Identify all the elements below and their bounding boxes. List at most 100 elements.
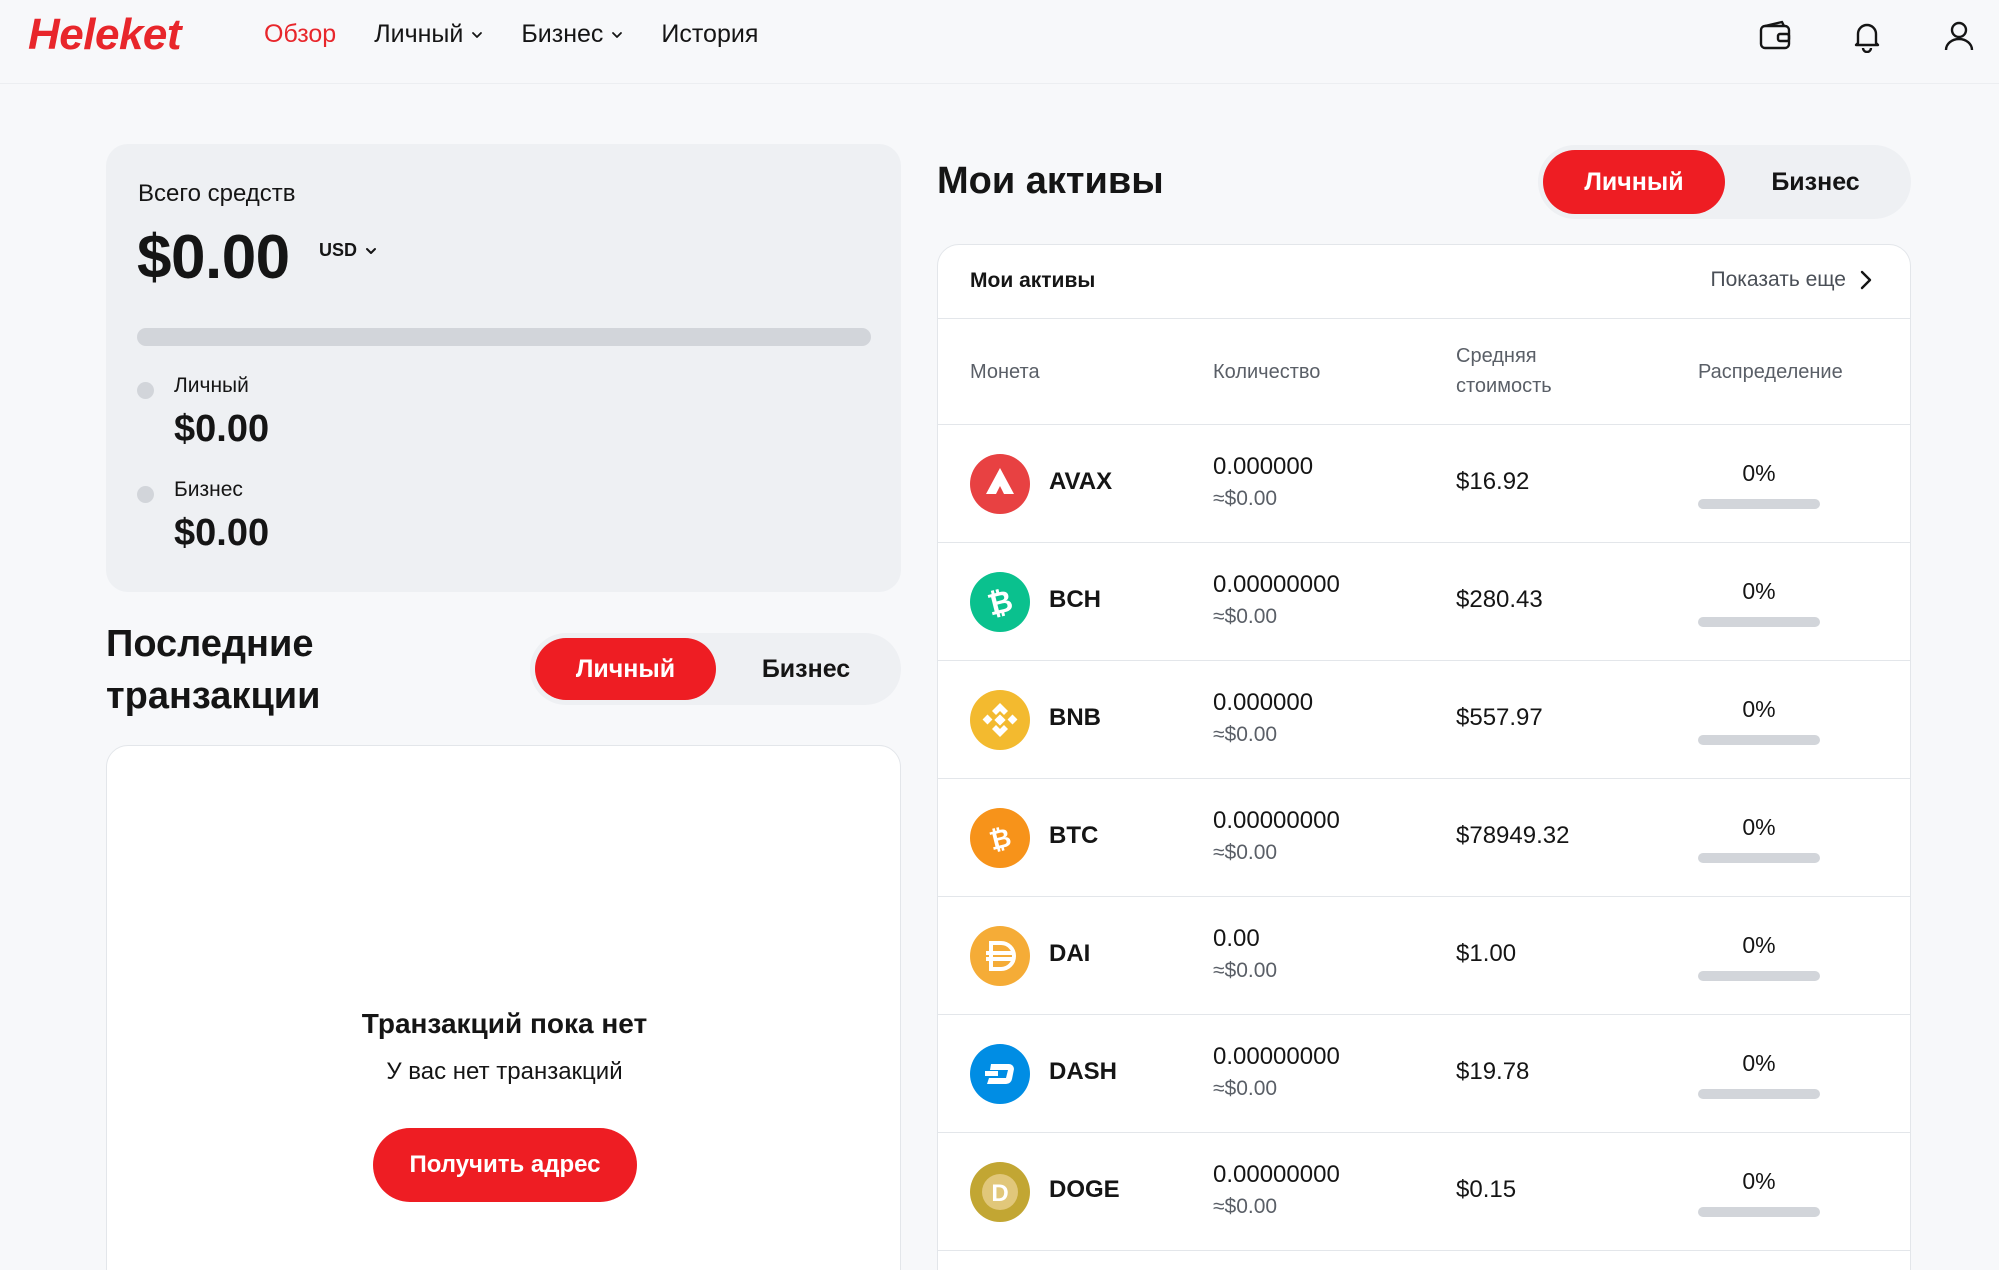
transactions-title: Последние транзакции: [106, 623, 321, 717]
asset-distribution-bar: [1698, 1089, 1820, 1099]
bell-icon[interactable]: [1847, 16, 1887, 56]
assets-panel: Мои активы Показать еще Монета Количеств…: [937, 244, 1911, 1270]
assets-table-body: AVAX 0.000000 ≈$0.00 $16.92 0% ₿ BCH 0.0…: [938, 425, 1910, 1251]
chevron-down-icon: [366, 247, 377, 254]
user-icon[interactable]: [1939, 16, 1979, 56]
business-dot: [137, 486, 154, 503]
bnb-icon: [970, 690, 1030, 750]
asset-distribution-bar: [1698, 971, 1820, 981]
nav-history[interactable]: История: [661, 20, 758, 49]
asset-quantity: 0.00000000: [1213, 571, 1340, 598]
currency-selector[interactable]: USD: [319, 240, 377, 261]
col-header-coin: Монета: [970, 361, 1040, 383]
heleket-logo[interactable]: Heleket: [28, 10, 182, 60]
nav-business[interactable]: Бизнес: [521, 20, 623, 49]
asset-row[interactable]: DAI 0.00 ≈$0.00 $1.00 0%: [938, 897, 1910, 1015]
doge-icon: D: [970, 1162, 1030, 1222]
svg-text:D: D: [991, 1180, 1008, 1207]
business-balance-label: Бизнес: [174, 478, 243, 501]
wallet-icon[interactable]: [1755, 16, 1795, 56]
btc-icon: ₿: [970, 808, 1030, 868]
asset-quantity-usd: ≈$0.00: [1213, 841, 1278, 864]
nav-business-label: Бизнес: [521, 20, 604, 48]
nav-overview-label: Обзор: [264, 20, 337, 48]
assets-toggle: Личный Бизнес: [1538, 145, 1911, 219]
avax-icon: [970, 454, 1030, 514]
asset-distribution-percent: 0%: [1742, 814, 1776, 840]
asset-quantity-usd: ≈$0.00: [1213, 723, 1278, 746]
asset-symbol: DOGE: [1049, 1176, 1120, 1203]
asset-quantity-usd: ≈$0.00: [1213, 959, 1278, 982]
asset-distribution-percent: 0%: [1742, 460, 1776, 486]
asset-avg-cost: $0.15: [1456, 1176, 1517, 1203]
asset-distribution-bar: [1698, 853, 1820, 863]
asset-avg-cost: $78949.32: [1456, 822, 1570, 849]
asset-distribution-bar: [1698, 617, 1820, 627]
asset-quantity: 0.00000000: [1213, 807, 1340, 834]
assets-toggle-business[interactable]: Бизнес: [1725, 150, 1906, 214]
asset-quantity: 0.00000000: [1213, 1161, 1340, 1188]
asset-distribution-percent: 0%: [1742, 1050, 1776, 1076]
transactions-toggle-business[interactable]: Бизнес: [716, 638, 896, 700]
asset-distribution-percent: 0%: [1742, 1168, 1776, 1194]
dash-icon: [970, 1044, 1030, 1104]
show-more-link[interactable]: Показать еще: [1710, 268, 1872, 292]
asset-row[interactable]: ₿ BCH 0.00000000 ≈$0.00 $280.43 0%: [938, 543, 1910, 661]
balance-total: $0.00: [137, 223, 290, 292]
transactions-toggle-personal[interactable]: Личный: [535, 638, 716, 700]
asset-distribution-percent: 0%: [1742, 932, 1776, 958]
asset-avg-cost: $1.00: [1456, 940, 1517, 967]
asset-symbol: BTC: [1049, 822, 1099, 849]
currency-label: USD: [319, 240, 358, 260]
chevron-down-icon: [472, 31, 483, 38]
nav-history-label: История: [661, 20, 759, 48]
asset-row[interactable]: AVAX 0.000000 ≈$0.00 $16.92 0%: [938, 425, 1910, 543]
personal-dot: [137, 382, 154, 399]
nav-personal[interactable]: Личный: [374, 20, 483, 49]
asset-symbol: DASH: [1049, 1058, 1118, 1085]
assets-panel-header: Мои активы Показать еще: [938, 245, 1910, 319]
personal-balance-label: Личный: [174, 374, 249, 397]
asset-symbol: BNB: [1049, 704, 1101, 731]
col-header-distribution: Распределение: [1698, 361, 1843, 383]
assets-toggle-personal[interactable]: Личный: [1543, 150, 1725, 214]
asset-avg-cost: $557.97: [1456, 704, 1543, 731]
asset-quantity-usd: ≈$0.00: [1213, 605, 1278, 628]
col-header-quantity: Количество: [1213, 361, 1321, 383]
main-nav: Обзор Личный Бизнес История: [264, 20, 758, 49]
asset-quantity: 0.00000000: [1213, 1043, 1340, 1070]
asset-distribution-percent: 0%: [1742, 696, 1776, 722]
transactions-toggle: Личный Бизнес: [530, 633, 901, 705]
asset-symbol: AVAX: [1049, 468, 1113, 495]
svg-text:₿: ₿: [985, 584, 1017, 622]
empty-state-title: Транзакций пока нет: [361, 1008, 648, 1039]
asset-distribution-percent: 0%: [1742, 578, 1776, 604]
dai-icon: [970, 926, 1030, 986]
asset-symbol: BCH: [1049, 586, 1101, 613]
balance-distribution-bar: [137, 328, 871, 346]
asset-distribution-bar: [1698, 735, 1820, 745]
assets-title: Мои активы: [937, 160, 1164, 202]
asset-row[interactable]: ₿ BTC 0.00000000 ≈$0.00 $78949.32 0%: [938, 779, 1910, 897]
nav-personal-label: Личный: [374, 20, 464, 48]
asset-quantity: 0.00: [1213, 925, 1260, 952]
asset-avg-cost: $280.43: [1456, 586, 1543, 613]
asset-distribution-bar: [1698, 1207, 1820, 1217]
empty-state-subtitle: У вас нет транзакций: [386, 1058, 623, 1085]
asset-quantity-usd: ≈$0.00: [1213, 1195, 1278, 1218]
balance-title: Всего средств: [138, 180, 296, 207]
nav-overview[interactable]: Обзор: [264, 20, 336, 49]
col-header-avg-cost: Средняя стоимость: [1456, 345, 1552, 397]
asset-row[interactable]: BNB 0.000000 ≈$0.00 $557.97 0%: [938, 661, 1910, 779]
asset-quantity: 0.000000: [1213, 689, 1314, 716]
assets-table-header: Монета Количество Средняя стоимость Расп…: [938, 319, 1910, 425]
asset-row[interactable]: D DOGE 0.00000000 ≈$0.00 $0.15 0%: [938, 1133, 1910, 1251]
assets-panel-title: Мои активы: [970, 269, 1096, 292]
get-address-button[interactable]: Получить адрес: [373, 1128, 637, 1202]
asset-row[interactable]: DASH 0.00000000 ≈$0.00 $19.78 0%: [938, 1015, 1910, 1133]
asset-quantity-usd: ≈$0.00: [1213, 1077, 1278, 1100]
show-more-label: Показать еще: [1710, 268, 1846, 291]
business-balance-value: $0.00: [174, 512, 270, 554]
asset-symbol: DAI: [1049, 940, 1091, 967]
header-actions: [1755, 16, 1979, 56]
